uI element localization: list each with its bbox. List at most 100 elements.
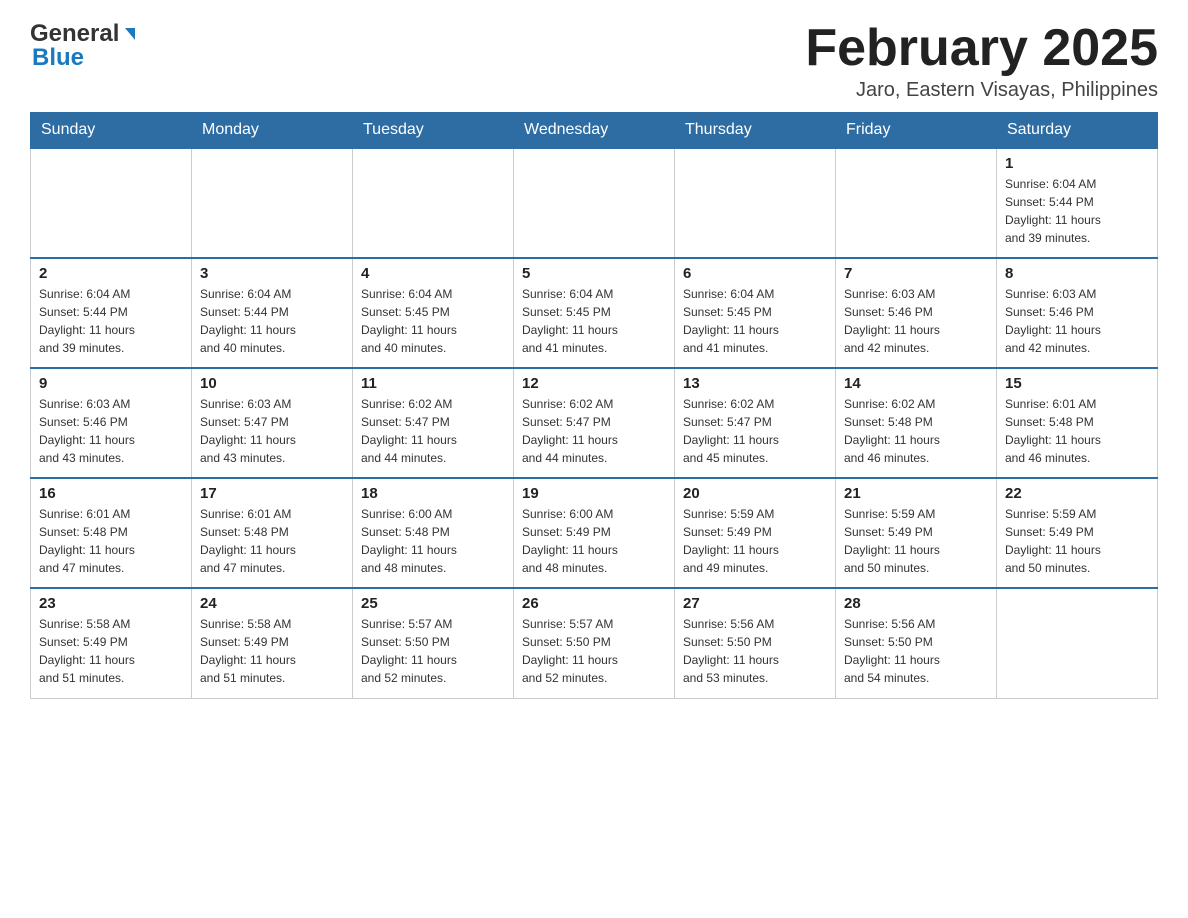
day-header-tuesday: Tuesday (353, 113, 514, 149)
title-section: February 2025 Jaro, Eastern Visayas, Phi… (805, 20, 1158, 102)
day-header-monday: Monday (192, 113, 353, 149)
day-number: 1 (1005, 155, 1149, 172)
day-header-saturday: Saturday (997, 113, 1158, 149)
day-number: 12 (522, 375, 666, 392)
day-number: 18 (361, 485, 505, 502)
day-number: 4 (361, 265, 505, 282)
calendar-cell: 22 Sunrise: 5:59 AM Sunset: 5:49 PM Dayli… (997, 478, 1158, 588)
calendar-cell: 3Sunrise: 6:04 AM Sunset: 5:44 PM Daylig… (192, 258, 353, 368)
day-info: Sunrise: 6:04 AM Sunset: 5:45 PM Dayligh… (683, 285, 827, 357)
calendar-cell: 5Sunrise: 6:04 AM Sunset: 5:45 PM Daylig… (514, 258, 675, 368)
calendar-cell (675, 148, 836, 258)
day-number: 9 (39, 375, 183, 392)
calendar-cell: 16 Sunrise: 6:01 AM Sunset: 5:48 PM Dayli… (31, 478, 192, 588)
calendar-cell: 28 Sunrise: 5:56 AM Sunset: 5:50 PM Dayli… (836, 588, 997, 698)
day-number: 19 (522, 485, 666, 502)
calendar-week-row: 9Sunrise: 6:03 AM Sunset: 5:46 PM Daylig… (31, 368, 1158, 478)
location-text: Jaro, Eastern Visayas, Philippines (805, 79, 1158, 102)
calendar-cell (836, 148, 997, 258)
day-number: 16 (39, 485, 183, 502)
calendar-cell: 10Sunrise: 6:03 AM Sunset: 5:47 PM Dayli… (192, 368, 353, 478)
day-info: Sunrise: 5:57 AM Sunset: 5:50 PM Dayligh… (522, 615, 666, 687)
day-number: 10 (200, 375, 344, 392)
day-info: Sunrise: 5:56 AM Sunset: 5:50 PM Dayligh… (683, 615, 827, 687)
day-number: 26 (522, 595, 666, 612)
calendar-cell: 15Sunrise: 6:01 AM Sunset: 5:48 PM Dayli… (997, 368, 1158, 478)
day-number: 20 (683, 485, 827, 502)
day-info: Sunrise: 6:02 AM Sunset: 5:48 PM Dayligh… (844, 395, 988, 467)
day-number: 8 (1005, 265, 1149, 282)
day-header-friday: Friday (836, 113, 997, 149)
day-info: Sunrise: 5:58 AM Sunset: 5:49 PM Dayligh… (39, 615, 183, 687)
calendar-cell: 19 Sunrise: 6:00 AM Sunset: 5:49 PM Dayli… (514, 478, 675, 588)
day-number: 23 (39, 595, 183, 612)
day-info: Sunrise: 5:56 AM Sunset: 5:50 PM Dayligh… (844, 615, 988, 687)
calendar-cell: 21 Sunrise: 5:59 AM Sunset: 5:49 PM Dayli… (836, 478, 997, 588)
calendar-cell: 8Sunrise: 6:03 AM Sunset: 5:46 PM Daylig… (997, 258, 1158, 368)
day-info: Sunrise: 6:00 AM Sunset: 5:48 PM Dayligh… (361, 505, 505, 577)
calendar-cell (31, 148, 192, 258)
day-header-sunday: Sunday (31, 113, 192, 149)
day-number: 22 (1005, 485, 1149, 502)
calendar-cell: 18 Sunrise: 6:00 AM Sunset: 5:48 PM Dayli… (353, 478, 514, 588)
month-title: February 2025 (805, 20, 1158, 77)
day-info: Sunrise: 5:59 AM Sunset: 5:49 PM Dayligh… (844, 505, 988, 577)
day-number: 27 (683, 595, 827, 612)
day-info: Sunrise: 6:04 AM Sunset: 5:44 PM Dayligh… (1005, 175, 1149, 247)
day-number: 28 (844, 595, 988, 612)
calendar-week-row: 1 Sunrise: 6:04 AM Sunset: 5:44 PM Daylig… (31, 148, 1158, 258)
day-info: Sunrise: 6:02 AM Sunset: 5:47 PM Dayligh… (683, 395, 827, 467)
day-info: Sunrise: 6:03 AM Sunset: 5:46 PM Dayligh… (844, 285, 988, 357)
day-info: Sunrise: 5:58 AM Sunset: 5:49 PM Dayligh… (200, 615, 344, 687)
day-info: Sunrise: 6:01 AM Sunset: 5:48 PM Dayligh… (1005, 395, 1149, 467)
calendar-cell: 26 Sunrise: 5:57 AM Sunset: 5:50 PM Dayli… (514, 588, 675, 698)
day-number: 5 (522, 265, 666, 282)
day-info: Sunrise: 6:04 AM Sunset: 5:45 PM Dayligh… (361, 285, 505, 357)
calendar-cell: 7 Sunrise: 6:03 AM Sunset: 5:46 PM Daylig… (836, 258, 997, 368)
page-header: General Blue February 2025 Jaro, Eastern… (30, 20, 1158, 102)
calendar-cell: 9Sunrise: 6:03 AM Sunset: 5:46 PM Daylig… (31, 368, 192, 478)
calendar-week-row: 2 Sunrise: 6:04 AM Sunset: 5:44 PM Daylig… (31, 258, 1158, 368)
calendar-week-row: 23 Sunrise: 5:58 AM Sunset: 5:49 PM Dayli… (31, 588, 1158, 698)
day-info: Sunrise: 5:59 AM Sunset: 5:49 PM Dayligh… (1005, 505, 1149, 577)
day-info: Sunrise: 6:00 AM Sunset: 5:49 PM Dayligh… (522, 505, 666, 577)
day-header-wednesday: Wednesday (514, 113, 675, 149)
calendar-cell: 2 Sunrise: 6:04 AM Sunset: 5:44 PM Daylig… (31, 258, 192, 368)
day-info: Sunrise: 5:57 AM Sunset: 5:50 PM Dayligh… (361, 615, 505, 687)
day-header-thursday: Thursday (675, 113, 836, 149)
day-number: 17 (200, 485, 344, 502)
calendar-week-row: 16 Sunrise: 6:01 AM Sunset: 5:48 PM Dayli… (31, 478, 1158, 588)
calendar-cell: 12Sunrise: 6:02 AM Sunset: 5:47 PM Dayli… (514, 368, 675, 478)
calendar-cell: 14 Sunrise: 6:02 AM Sunset: 5:48 PM Dayli… (836, 368, 997, 478)
day-info: Sunrise: 5:59 AM Sunset: 5:49 PM Dayligh… (683, 505, 827, 577)
calendar-cell: 24 Sunrise: 5:58 AM Sunset: 5:49 PM Dayli… (192, 588, 353, 698)
calendar-cell (514, 148, 675, 258)
calendar-cell: 4 Sunrise: 6:04 AM Sunset: 5:45 PM Daylig… (353, 258, 514, 368)
day-number: 24 (200, 595, 344, 612)
day-number: 3 (200, 265, 344, 282)
calendar-cell (192, 148, 353, 258)
calendar-cell: 23 Sunrise: 5:58 AM Sunset: 5:49 PM Dayli… (31, 588, 192, 698)
calendar-cell: 1 Sunrise: 6:04 AM Sunset: 5:44 PM Daylig… (997, 148, 1158, 258)
day-number: 25 (361, 595, 505, 612)
calendar-cell: 17Sunrise: 6:01 AM Sunset: 5:48 PM Dayli… (192, 478, 353, 588)
calendar-cell (353, 148, 514, 258)
day-info: Sunrise: 6:02 AM Sunset: 5:47 PM Dayligh… (361, 395, 505, 467)
day-info: Sunrise: 6:01 AM Sunset: 5:48 PM Dayligh… (39, 505, 183, 577)
day-number: 6 (683, 265, 827, 282)
day-info: Sunrise: 6:04 AM Sunset: 5:44 PM Dayligh… (39, 285, 183, 357)
calendar-cell: 11 Sunrise: 6:02 AM Sunset: 5:47 PM Dayli… (353, 368, 514, 478)
day-number: 14 (844, 375, 988, 392)
calendar-cell: 20 Sunrise: 5:59 AM Sunset: 5:49 PM Dayli… (675, 478, 836, 588)
day-number: 2 (39, 265, 183, 282)
day-number: 7 (844, 265, 988, 282)
day-number: 13 (683, 375, 827, 392)
calendar-cell (997, 588, 1158, 698)
calendar-table: SundayMondayTuesdayWednesdayThursdayFrid… (30, 112, 1158, 699)
calendar-cell: 6 Sunrise: 6:04 AM Sunset: 5:45 PM Daylig… (675, 258, 836, 368)
calendar-cell: 25 Sunrise: 5:57 AM Sunset: 5:50 PM Dayli… (353, 588, 514, 698)
logo-blue-text: Blue (30, 44, 139, 72)
logo: General Blue (30, 20, 139, 72)
day-number: 21 (844, 485, 988, 502)
day-number: 11 (361, 375, 505, 392)
